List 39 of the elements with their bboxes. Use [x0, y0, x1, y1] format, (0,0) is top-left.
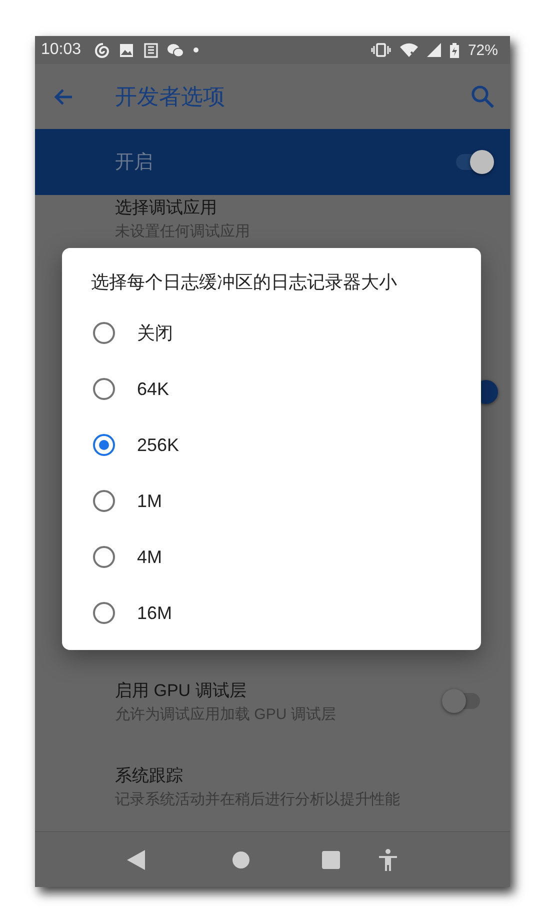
- signal-icon: [426, 43, 441, 57]
- battery-icon: [450, 42, 459, 58]
- radio-button[interactable]: [92, 601, 116, 625]
- status-time: 10:03: [41, 41, 82, 59]
- radio-option[interactable]: 关闭: [62, 305, 481, 361]
- radio-button[interactable]: [92, 321, 116, 345]
- page-title: 开发者选项: [115, 82, 226, 110]
- home-circle-icon[interactable]: [232, 850, 250, 868]
- radio-button[interactable]: [92, 545, 116, 569]
- radio-button[interactable]: [92, 489, 116, 513]
- news-icon: [143, 42, 158, 58]
- radio-option[interactable]: 4M: [62, 529, 481, 585]
- option-label: 1M: [137, 490, 162, 512]
- master-switch-label: 开启: [115, 151, 154, 175]
- vibrate-icon: [370, 43, 391, 57]
- wifi-icon: [400, 43, 418, 57]
- option-label: 16M: [137, 602, 172, 624]
- setting-title: 启用 GPU 调试层: [115, 680, 248, 702]
- dot-icon: [193, 47, 200, 53]
- accessibility-icon[interactable]: [378, 848, 398, 870]
- radio-option[interactable]: 256K: [62, 417, 481, 473]
- swirl-icon: [94, 42, 110, 58]
- radio-button[interactable]: [92, 433, 116, 457]
- setting-title: 系统跟踪: [115, 764, 184, 786]
- option-label: 关闭: [137, 322, 173, 345]
- radio-button[interactable]: [92, 377, 116, 401]
- radio-option[interactable]: 64K: [62, 361, 481, 417]
- battery-percent: 72%: [468, 42, 498, 58]
- recents-square-icon[interactable]: [322, 850, 340, 868]
- radio-option[interactable]: 16M: [62, 585, 481, 641]
- chat-icon: [167, 42, 184, 58]
- dialog-title: 选择每个日志缓冲区的日志记录器大小: [91, 271, 398, 294]
- option-label: 256K: [137, 434, 180, 456]
- option-label: 4M: [137, 546, 162, 568]
- radio-option[interactable]: 1M: [62, 473, 481, 529]
- setting-title: 选择调试应用: [115, 197, 218, 219]
- option-label: 64K: [137, 378, 170, 400]
- image-icon: [119, 42, 134, 58]
- back-triangle-icon[interactable]: [127, 850, 145, 870]
